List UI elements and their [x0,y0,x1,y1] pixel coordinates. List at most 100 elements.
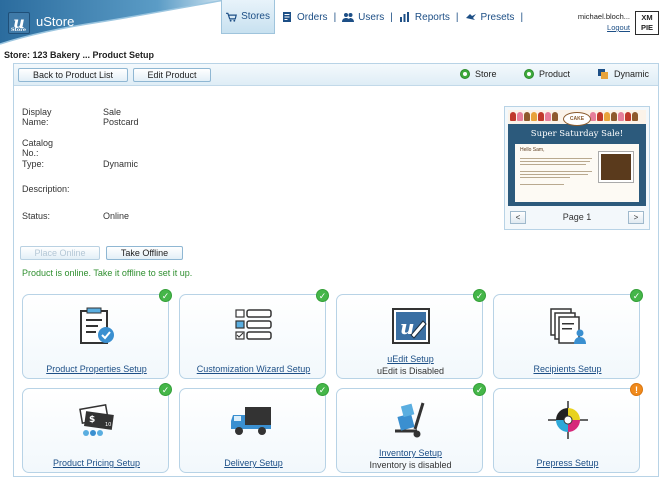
preview-cake-logo: CAKE [563,112,591,126]
tile-product-pricing-label[interactable]: Product Pricing Setup [23,458,170,468]
dynamic-icon [598,69,608,79]
breadcrumb: Store: 123 Bakery ... Product Setup [4,50,155,60]
tile-uedit-label[interactable]: uEdit Setup [337,354,484,364]
store-status-label: Store [475,69,497,79]
product-status-label: Product [539,69,571,79]
product-setup-panel: Back to Product List Edit Product Store … [13,63,659,477]
type-label: Type: [22,159,45,169]
tile-delivery[interactable]: ✓ Delivery Setup [179,383,329,473]
dynamic-status-label: Dynamic [614,69,650,79]
nav-orders[interactable]: Orders [275,0,334,34]
ok-check-icon: ✓ [159,383,172,396]
dynamic-status-toggle[interactable]: Dynamic [598,69,649,79]
tile-inventory-status: Inventory is disabled [369,460,452,470]
nav-stores-label: Stores [241,11,270,22]
preview-photo [598,151,634,183]
xmpie-logo-line2: PIE [640,23,654,32]
user-box: michael.bloch... Logout [574,12,630,32]
tile-prepress[interactable]: ! Prepress Setup [493,383,643,473]
svg-text:$: $ [89,415,95,425]
ok-check-icon: ✓ [473,289,486,302]
tile-product-properties[interactable]: ✓ Product Properties Setup [22,289,172,379]
logo-sub-text: Store [11,27,27,33]
delivery-truck-icon [231,407,271,435]
tile-recipients-label[interactable]: Recipients Setup [494,364,641,374]
preview-page-label: Page 1 [562,212,592,222]
tile-uedit-status: uEdit is Disabled [376,366,445,376]
app-name: uStore [36,14,75,29]
preview-letter: Hello Sam, [515,144,639,202]
display-name-label: Display Name: [22,107,52,127]
display-name-value: Sale Postcard [103,107,139,127]
warning-exclamation-icon: ! [630,383,643,396]
xmpie-logo-line1: XM [641,13,653,22]
ustore-logo-icon: u Store [8,12,30,34]
prepress-target-icon [548,401,588,439]
pricing-icon: $ 10 [79,403,114,436]
user-name: michael.bloch... [577,12,630,21]
tile-customization-wizard-label[interactable]: Customization Wizard Setup [180,364,327,374]
preview-thumbnail[interactable]: CAKE Super Saturday Sale! Hello Sam, [508,110,646,206]
reports-icon [399,12,409,22]
preview-banner: Super Saturday Sale! [530,129,624,139]
nav-reports[interactable]: Reports [393,0,456,34]
inventory-cart-icon [395,402,425,438]
online-status-message: Product is online. Take it offline to se… [22,268,193,278]
tile-customization-wizard[interactable]: ✓ Customization Wizard Setup [179,289,329,379]
tile-recipients[interactable]: ✓ Recipients Setup [493,289,643,379]
users-icon [342,13,355,22]
place-online-button[interactable]: Place Online [20,246,100,260]
nav-users[interactable]: Users [336,0,390,34]
ok-check-icon: ✓ [316,289,329,302]
preview-pager: Page 1 < > [508,211,646,225]
product-status-toggle[interactable]: Product [524,69,570,79]
back-to-product-list-button[interactable]: Back to Product List [18,68,128,82]
status-label: Status: [22,211,51,221]
preview-greeting: Hello Sam, [520,147,545,153]
nav-users-label: Users [358,11,385,23]
green-dot-icon [460,69,470,79]
tile-uedit[interactable]: ✓ u uEdit Setup uEdit is Disabled [336,289,486,379]
ok-check-icon: ✓ [316,383,329,396]
type-value: Dynamic [103,159,139,169]
catalog-label: Catalog No.: [22,138,54,158]
green-dot-icon [524,69,534,79]
recipients-icon [550,308,586,344]
tile-inventory[interactable]: ✓ Inventory Setup Inventory is disabled [336,383,486,473]
nav-stores[interactable]: Stores [221,0,275,34]
tile-delivery-label[interactable]: Delivery Setup [180,458,327,468]
tile-prepress-label[interactable]: Prepress Setup [494,458,641,468]
nav-presets[interactable]: Presets [459,0,521,34]
nav-separator: | [520,11,524,23]
tile-product-pricing[interactable]: ✓ $ 10 Product Pricing Setup [22,383,172,473]
tile-product-properties-label[interactable]: Product Properties Setup [23,364,170,374]
edit-product-button[interactable]: Edit Product [133,68,211,82]
nav-presets-label: Presets [480,11,515,23]
logout-link[interactable]: Logout [574,23,630,32]
product-preview: CAKE Super Saturday Sale! Hello Sam, Pag… [504,106,650,230]
header-swoosh [0,0,225,45]
main-nav: Stores Orders | Users | Reports | Preset… [221,0,523,34]
description-label: Description: [22,184,70,194]
toolbar: Back to Product List Edit Product Store … [14,64,658,86]
ok-check-icon: ✓ [159,289,172,302]
nav-orders-label: Orders [297,11,328,23]
svg-text:10: 10 [105,422,111,428]
product-properties-icon [80,307,114,344]
orders-icon [283,12,291,22]
uedit-icon: u [392,308,430,344]
take-offline-button[interactable]: Take Offline [106,246,183,260]
prev-page-button[interactable]: < [510,211,526,224]
next-page-button[interactable]: > [628,211,644,224]
status-value: Online [103,211,130,221]
app-header: u Store uStore Stores Orders | Users | Re… [0,0,671,45]
ok-check-icon: ✓ [473,383,486,396]
xmpie-logo: XM PIE [635,11,659,35]
customization-wizard-icon [235,309,272,340]
presets-icon [465,14,476,20]
cart-icon [226,12,237,22]
tile-inventory-label[interactable]: Inventory Setup [337,448,484,458]
store-status-toggle[interactable]: Store [460,69,497,79]
nav-reports-label: Reports [414,11,450,23]
ok-check-icon: ✓ [630,289,643,302]
